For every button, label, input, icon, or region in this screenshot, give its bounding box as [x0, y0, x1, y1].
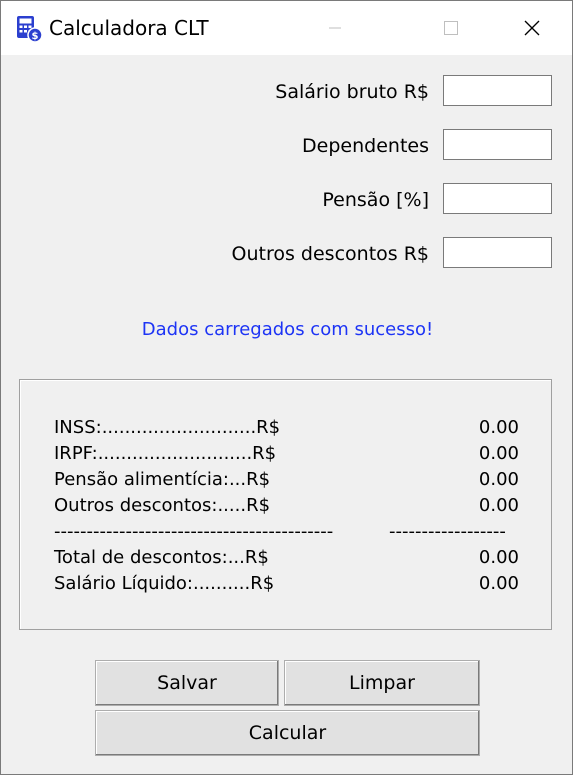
separator-left: ----------------------------------------… — [54, 521, 334, 542]
alimony-result-label: Pensão alimentícia:...R$ — [54, 469, 271, 490]
app-window: $ Calculadora CLT Salário bruto R$ Depen… — [0, 0, 573, 775]
dependents-label: Dependentes — [302, 135, 429, 157]
title-bar[interactable]: $ Calculadora CLT — [1, 1, 572, 55]
inss-value: 0.00 — [478, 417, 519, 438]
separator-right: ------------------ — [389, 521, 506, 542]
minimize-icon — [329, 27, 341, 29]
alimony-label: Pensão [%] — [322, 189, 429, 211]
save-button[interactable]: Salvar — [95, 660, 279, 706]
maximize-icon — [444, 21, 458, 35]
maximize-button[interactable] — [417, 1, 485, 55]
net-salary-label: Salário Líquido:..........R$ — [54, 573, 275, 594]
calculator-icon: $ — [17, 16, 43, 43]
inss-label: INSS:...........................R$ — [54, 417, 281, 438]
total-discounts-label: Total de descontos:...R$ — [54, 547, 269, 568]
net-salary-value: 0.00 — [478, 573, 519, 594]
gross-salary-input[interactable] — [443, 75, 552, 106]
close-button[interactable] — [498, 1, 566, 55]
alimony-result-value: 0.00 — [478, 469, 519, 490]
calculate-button[interactable]: Calcular — [95, 710, 480, 756]
irpf-label: IRPF:...........................R$ — [54, 443, 277, 464]
other-discounts-result-label: Outros descontos:.....R$ — [54, 495, 271, 516]
gross-salary-label: Salário bruto R$ — [275, 81, 429, 103]
irpf-value: 0.00 — [478, 443, 519, 464]
total-discounts-value: 0.00 — [478, 547, 519, 568]
other-discounts-result-value: 0.00 — [478, 495, 519, 516]
minimize-button[interactable] — [301, 1, 369, 55]
alimony-input[interactable] — [443, 183, 552, 214]
dependents-input[interactable] — [443, 129, 552, 160]
svg-text:$: $ — [32, 31, 39, 42]
clear-button[interactable]: Limpar — [284, 660, 480, 706]
status-message: Dados carregados com sucesso! — [141, 319, 434, 340]
client-area: Salário bruto R$ Dependentes Pensão [%] … — [1, 55, 572, 774]
other-discounts-input[interactable] — [443, 237, 552, 268]
close-icon — [524, 20, 540, 36]
other-discounts-label: Outros descontos R$ — [231, 243, 429, 265]
window-title: Calculadora CLT — [49, 16, 209, 40]
